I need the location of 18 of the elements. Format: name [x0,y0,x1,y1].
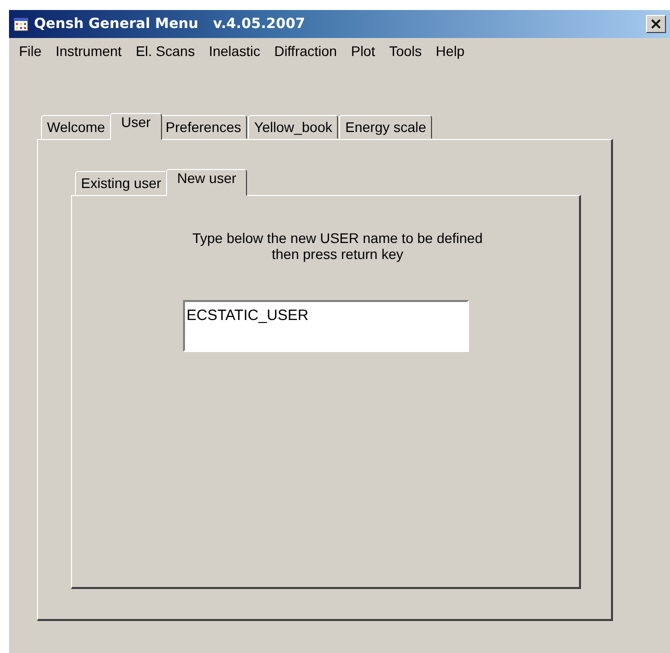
tab[interactable]: Energy scale [339,115,432,139]
menu-item[interactable]: Plot [344,43,382,65]
tab[interactable]: New user [166,169,248,196]
name-field[interactable]: ECSTATIC_USER [182,300,468,352]
tab[interactable]: User [110,113,162,140]
window-title: Qensh General Menu v.4.05.2007 [34,16,306,32]
menu-item[interactable]: File [12,43,49,65]
instruction-text: Type below the new USER name to be defined then press return key [192,230,483,262]
menu-item[interactable]: Inelastic [202,43,268,65]
menu-item[interactable]: Diffraction [267,43,344,65]
menu-item[interactable]: Instrument [48,43,129,65]
menu-item[interactable]: Help [428,43,472,65]
menu-item[interactable]: El. Scans [128,43,202,65]
tab[interactable]: Yellow_book [248,115,338,139]
calendar-icon [13,16,29,32]
menu-item[interactable]: Tools [382,43,429,65]
tab[interactable]: Preferences [160,115,248,139]
close-button[interactable]: × [646,15,666,33]
